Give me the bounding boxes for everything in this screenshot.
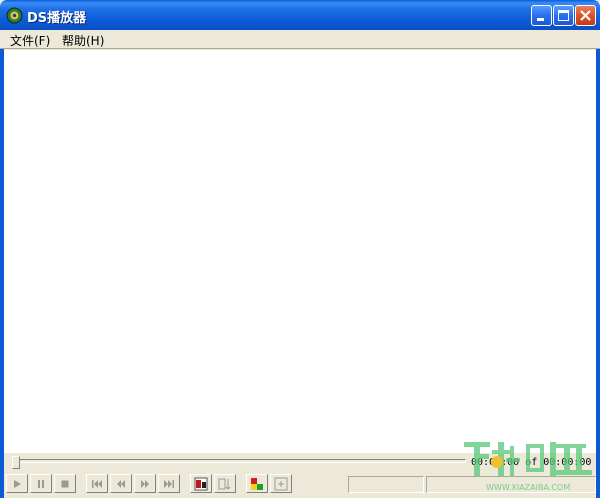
previous-button[interactable]	[86, 474, 108, 493]
sort-button[interactable]	[214, 474, 236, 493]
title-bar: DS播放器	[0, 0, 600, 30]
rewind-icon	[117, 479, 125, 488]
open-button[interactable]	[246, 474, 268, 493]
stop-button[interactable]	[54, 474, 76, 493]
play-button[interactable]	[6, 474, 28, 493]
maximize-button[interactable]	[553, 5, 574, 26]
window-title: DS播放器	[27, 11, 87, 26]
skip-back-icon	[92, 479, 102, 488]
close-button[interactable]	[575, 5, 596, 26]
seek-thumb[interactable]	[12, 456, 20, 469]
subtitle-button[interactable]	[190, 474, 212, 493]
menu-help[interactable]: 帮助(H)	[62, 32, 104, 49]
status-panel-1	[348, 476, 424, 493]
minimize-button[interactable]	[531, 5, 552, 26]
app-icon	[6, 7, 23, 24]
stop-icon	[61, 480, 69, 487]
pause-button[interactable]	[30, 474, 52, 493]
menu-file[interactable]: 文件(F)	[10, 32, 50, 49]
menu-bar: 文件(F) 帮助(H)	[0, 30, 600, 49]
window-frame-right	[596, 30, 600, 498]
sort-icon	[218, 478, 231, 490]
fast-forward-button[interactable]	[134, 474, 156, 493]
fullscreen-button[interactable]	[270, 474, 292, 493]
seek-bar[interactable]	[14, 459, 466, 463]
next-button[interactable]	[158, 474, 180, 493]
minimize-icon	[537, 18, 544, 21]
color-flag-icon	[251, 477, 263, 490]
skip-forward-icon	[164, 479, 174, 488]
play-icon	[14, 479, 21, 488]
video-display-area[interactable]	[4, 50, 596, 453]
pause-icon	[38, 479, 44, 488]
close-icon	[580, 10, 591, 21]
fast-forward-icon	[141, 479, 149, 488]
subtitle-icon	[194, 477, 208, 490]
fullscreen-icon	[274, 477, 288, 490]
watermark-logo: WWW.XIAZAIBA.COM	[464, 442, 592, 492]
svg-text:WWW.XIAZAIBA.COM: WWW.XIAZAIBA.COM	[486, 483, 570, 492]
rewind-button[interactable]	[110, 474, 132, 493]
maximize-icon	[558, 10, 569, 21]
